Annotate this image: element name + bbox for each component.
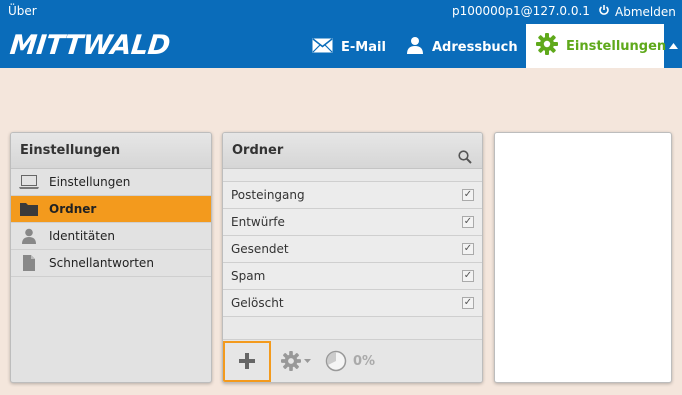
gear-icon — [281, 351, 301, 371]
folder-row[interactable]: Entwürfe ✓ — [223, 209, 482, 236]
power-icon — [598, 4, 610, 19]
quota-value: 0% — [353, 353, 376, 369]
quota-pie-icon — [325, 350, 347, 372]
subscribe-checkbox[interactable]: ✓ — [462, 297, 474, 309]
folder-list: Posteingang ✓ Entwürfe ✓ Gesendet ✓ Spam… — [223, 181, 482, 317]
chevron-down-icon — [304, 359, 311, 363]
caret-up-icon — [669, 43, 678, 49]
settings-item-preferences[interactable]: Einstellungen — [11, 169, 211, 196]
logout-label: Abmelden — [615, 4, 676, 19]
mail-icon — [312, 37, 333, 57]
mittwald-logo: MITTWALD — [8, 30, 172, 61]
folder-row[interactable]: Spam ✓ — [223, 263, 482, 290]
folder-row[interactable]: Posteingang ✓ — [223, 182, 482, 209]
folder-row[interactable]: Gelöscht ✓ — [223, 290, 482, 317]
settings-item-folders[interactable]: Ordner — [11, 196, 211, 223]
settings-item-label: Ordner — [49, 202, 97, 216]
contact-icon — [406, 36, 424, 58]
add-folder-button[interactable] — [223, 340, 271, 382]
folder-name: Posteingang — [231, 188, 305, 202]
folder-name: Entwürfe — [231, 215, 285, 229]
gear-icon — [536, 33, 558, 59]
folders-panel: Ordner Posteingang ✓ Entwürfe ✓ Gesendet… — [222, 132, 483, 383]
person-icon — [19, 228, 39, 244]
folder-actions-button[interactable] — [281, 351, 311, 371]
settings-item-label: Identitäten — [49, 229, 115, 243]
settings-item-responses[interactable]: Schnellantworten — [11, 250, 211, 277]
about-link[interactable]: Über — [8, 4, 37, 18]
tab-settings-label: Einstellungen — [566, 38, 667, 54]
quota-indicator: 0% — [325, 350, 375, 372]
user-account: p100000p1@127.0.0.1 — [452, 4, 590, 18]
folder-name: Gesendet — [231, 242, 289, 256]
document-icon — [19, 255, 39, 271]
folder-icon — [19, 201, 39, 217]
subscribe-checkbox[interactable]: ✓ — [462, 270, 474, 282]
settings-item-identities[interactable]: Identitäten — [11, 223, 211, 250]
laptop-icon — [19, 174, 39, 190]
folder-name: Spam — [231, 269, 266, 283]
settings-item-label: Schnellantworten — [49, 256, 154, 270]
settings-item-label: Einstellungen — [49, 175, 131, 189]
preview-panel — [494, 132, 672, 383]
tab-settings[interactable]: Einstellungen — [526, 24, 667, 68]
subscribe-checkbox[interactable]: ✓ — [462, 243, 474, 255]
tab-addressbook[interactable]: Adressbuch — [396, 26, 528, 68]
folder-row[interactable]: Gesendet ✓ — [223, 236, 482, 263]
subscribe-checkbox[interactable]: ✓ — [462, 216, 474, 228]
folders-panel-title: Ordner — [223, 133, 482, 169]
tab-email-label: E-Mail — [341, 39, 386, 55]
subscribe-checkbox[interactable]: ✓ — [462, 189, 474, 201]
plus-icon — [239, 353, 255, 369]
tab-addressbook-label: Adressbuch — [432, 39, 518, 55]
tab-email[interactable]: E-Mail — [302, 26, 396, 68]
folders-footer: 0% — [223, 339, 482, 382]
settings-panel: Einstellungen Einstellungen Ordner Ident… — [10, 132, 212, 383]
settings-panel-title: Einstellungen — [11, 133, 211, 169]
logout-link[interactable]: Abmelden — [598, 4, 676, 19]
folder-name: Gelöscht — [231, 296, 284, 310]
folders-title-text: Ordner — [232, 143, 284, 158]
menu-toggle-arrow[interactable] — [665, 36, 682, 56]
header: Über p100000p1@127.0.0.1 Abmelden MITTWA… — [0, 0, 682, 68]
search-icon[interactable] — [458, 143, 472, 179]
